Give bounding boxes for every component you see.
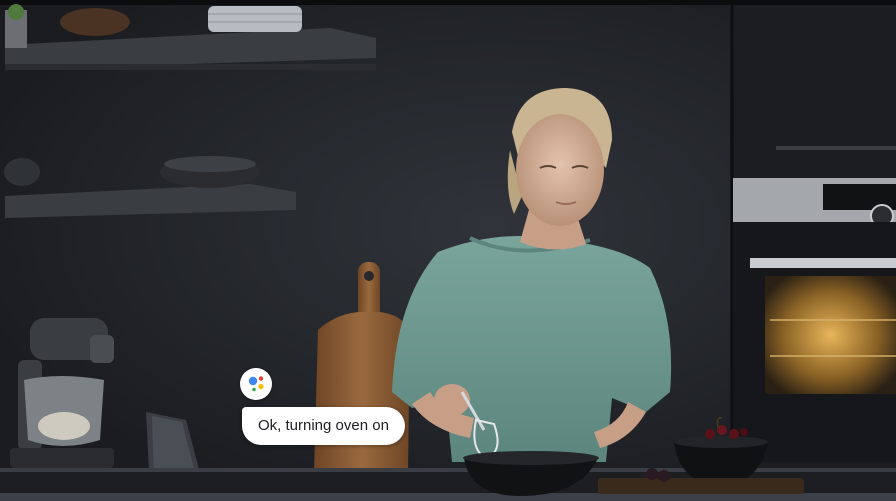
oven <box>733 178 896 462</box>
assistant-response-bubble: Ok, turning oven on <box>242 407 405 445</box>
video-frame: Ok, turning oven on <box>0 0 896 501</box>
assistant-response-text: Ok, turning oven on <box>258 417 389 434</box>
kitchen-scene <box>0 0 896 501</box>
google-assistant-icon <box>240 368 272 400</box>
